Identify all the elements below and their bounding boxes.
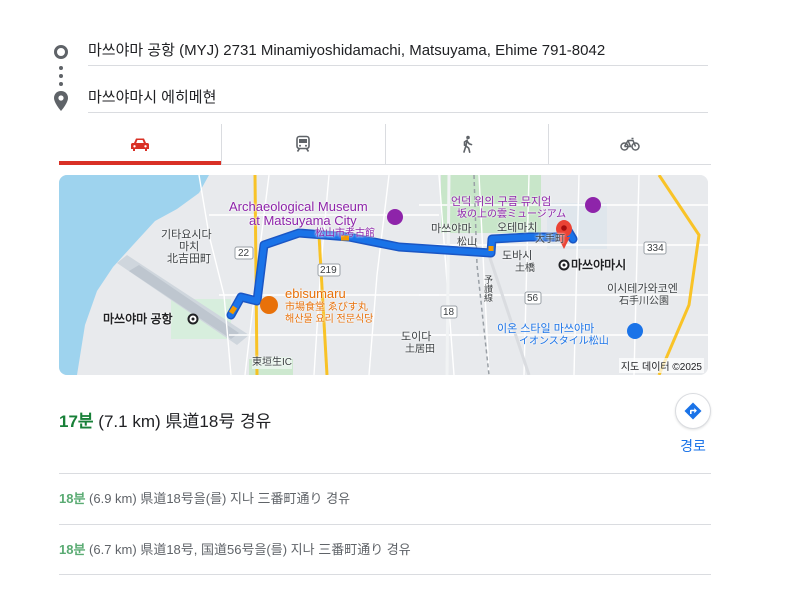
map-label-cloud-museum[interactable]: 언덕 위의 구름 뮤지엄 [451, 196, 551, 208]
map-label-cloud-jp: 坂の上の雲ミュージアム [457, 209, 567, 220]
map-label-otemachi: 오테마치 [497, 222, 538, 234]
directions-button[interactable]: 경로 [674, 393, 712, 456]
map-label-ebisumaru-jp: 市場食堂 ゑびす丸 [285, 302, 368, 313]
bicycle-icon [620, 137, 640, 151]
map-label-city[interactable]: 마쓰야마시 [571, 259, 626, 271]
directions-label: 경로 [680, 438, 706, 454]
map-label-doida-jp: 土居田 [405, 344, 435, 355]
map-label-matsuyama-jp: 松山 [457, 237, 477, 248]
map-label-dobashi: 도바시 [502, 250, 533, 262]
car-icon [131, 138, 150, 151]
route-shield-219: 219 [320, 265, 337, 276]
walk-icon [462, 135, 472, 153]
tab-walking[interactable] [384, 124, 548, 164]
map-label-ishite-jp: 石手川公園 [619, 296, 669, 307]
route-shield-22: 22 [238, 248, 250, 259]
alternative-route-2[interactable]: 18분 (6.7 km) 県道18号, 国道56号을(를) 지나 三番町通り 경… [59, 524, 711, 575]
train-icon [296, 135, 311, 152]
tab-transit[interactable] [221, 124, 384, 164]
map-label-ishite: 이시테가와코엔 [607, 283, 678, 295]
alt-detail: (6.7 km) 県道18号, 国道56号을(를) 지나 三番町通り 경유 [89, 542, 411, 557]
map-canvas [59, 175, 708, 375]
map-label-museum-jp: 松山市考古館 [315, 228, 375, 239]
destination-pin-icon [52, 90, 70, 112]
map-label-aeon-jp: イオンスタイル松山 [519, 336, 609, 347]
directions-icon [684, 402, 702, 420]
alt-detail: (6.9 km) 県道18号을(를) 지나 三番町通り 경유 [89, 491, 351, 506]
map-label-kita2: 마치 [179, 241, 200, 253]
map-label-kita1: 기타요시다 [161, 229, 212, 241]
map-label-museum-2: at Matsuyama City [249, 213, 357, 228]
origin-input[interactable]: 마쓰야마 공항 (MYJ) 2731 Minamiyoshidamachi, M… [88, 36, 708, 66]
map-label-kita-jp: 北吉田町 [167, 253, 211, 265]
map-label-matsuyama-st: 마쓰야마 [431, 223, 472, 235]
destination-input[interactable]: 마쓰야마시 에히메현 [88, 83, 708, 113]
map-label-dobashi-jp: 土橋 [515, 263, 535, 274]
route-shield-334: 334 [647, 243, 664, 254]
route-summary[interactable]: 17분 (7.1 km) 県道18号 경유 [59, 410, 271, 434]
map-label-higashi-ic: 東垣生IC [252, 357, 292, 369]
travel-mode-tabs [59, 124, 711, 165]
route-detail: (7.1 km) 県道18号 경유 [98, 412, 272, 431]
map-label-museum[interactable]: Archaeological Museum [229, 200, 368, 213]
tab-driving[interactable] [59, 124, 222, 165]
map-label-ebisumaru[interactable]: ebisumaru [285, 287, 346, 300]
alt-duration: 18분 [59, 491, 86, 506]
route-dots-icon [59, 66, 63, 90]
route-shield-56: 56 [527, 293, 539, 304]
map-label-otemachi-jp: 大手町 [535, 234, 565, 245]
tab-cycling[interactable] [547, 124, 711, 164]
map-label-yosan: 予讃線 [483, 275, 493, 302]
map-label-doida: 도이다 [401, 331, 432, 343]
map-label-airport[interactable]: 마쓰야마 공항 [103, 313, 173, 325]
alternative-route-1[interactable]: 18분 (6.9 km) 県道18号을(를) 지나 三番町通り 경유 [59, 473, 711, 524]
route-inputs: 마쓰야마 공항 (MYJ) 2731 Minamiyoshidamachi, M… [50, 36, 710, 116]
route-duration: 17분 [59, 412, 94, 431]
alt-duration: 18분 [59, 542, 86, 557]
map-label-aeon[interactable]: 이온 스타일 마쓰야마 [497, 323, 594, 335]
map-label-ebisumaru-kr: 해산물 요리 전문식당 [285, 314, 374, 325]
map-attribution: 지도 데이터 ©2025 [618, 358, 704, 373]
route-shield-18: 18 [443, 307, 455, 318]
origin-marker-icon [53, 44, 69, 60]
route-map[interactable]: Archaeological Museum at Matsuyama City … [59, 175, 708, 375]
